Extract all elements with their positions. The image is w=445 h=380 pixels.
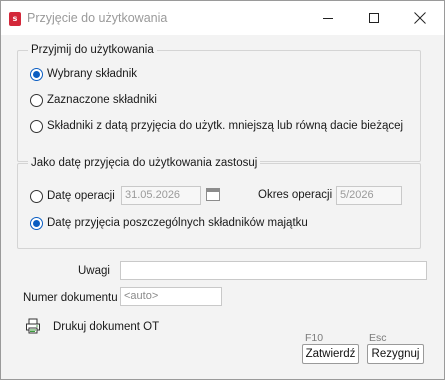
doc-number-label: Numer dokumentu bbox=[23, 292, 118, 304]
radio-selected-component-label: Wybrany składnik bbox=[47, 68, 138, 80]
maximize-button[interactable] bbox=[351, 1, 397, 35]
period-field[interactable]: 5/2026 bbox=[336, 186, 402, 205]
radio-marked-components[interactable]: Zaznaczone składniki bbox=[30, 92, 157, 108]
doc-number-input[interactable]: <auto> bbox=[120, 287, 222, 306]
radio-component-dates[interactable]: Datę przyjęcia poszczególnych składników… bbox=[30, 215, 308, 231]
operation-date-field[interactable]: 31.05.2026 bbox=[121, 186, 201, 205]
close-button[interactable] bbox=[397, 1, 443, 35]
dialog-body: Przyjmij do użytkowania Wybrany składnik… bbox=[1, 35, 444, 379]
window-title: Przyjęcie do użytkowania bbox=[27, 11, 168, 25]
radio-operation-date[interactable]: Datę operacji bbox=[30, 188, 115, 204]
radio-selected-component-indicator[interactable] bbox=[30, 67, 43, 81]
radio-operation-date-indicator[interactable] bbox=[30, 189, 43, 203]
ok-shortcut-hint: F10 bbox=[305, 332, 324, 344]
notes-label: Uwagi bbox=[78, 265, 110, 277]
title-bar[interactable]: s Przyjęcie do użytkowania bbox=[1, 1, 444, 35]
radio-operation-date-label: Datę operacji bbox=[47, 190, 115, 202]
notes-input[interactable] bbox=[120, 261, 427, 280]
calendar-icon[interactable] bbox=[206, 188, 220, 201]
accept-scope-title: Przyjmij do użytkowania bbox=[28, 43, 157, 57]
cancel-shortcut-hint: Esc bbox=[369, 332, 387, 344]
minimize-icon bbox=[323, 18, 333, 19]
maximize-icon bbox=[369, 13, 379, 23]
date-source-title: Jako datę przyjęcia do użytkowania zasto… bbox=[28, 156, 261, 170]
close-icon bbox=[414, 12, 426, 24]
radio-components-by-date-indicator[interactable] bbox=[30, 119, 43, 133]
radio-marked-components-label: Zaznaczone składniki bbox=[47, 94, 157, 106]
accept-scope-group: Przyjmij do użytkowania Wybrany składnik… bbox=[17, 43, 421, 162]
confirm-button[interactable]: Zatwierdź bbox=[302, 344, 359, 364]
minimize-button[interactable] bbox=[305, 1, 351, 35]
radio-component-dates-indicator[interactable] bbox=[30, 216, 43, 230]
period-label: Okres operacji bbox=[258, 189, 333, 201]
radio-selected-component[interactable]: Wybrany składnik bbox=[30, 66, 137, 82]
cancel-button[interactable]: Rezygnuj bbox=[367, 344, 424, 364]
date-source-group: Jako datę przyjęcia do użytkowania zasto… bbox=[17, 156, 421, 249]
radio-components-by-date[interactable]: Składniki z datą przyjęcia do użytk. mni… bbox=[30, 118, 403, 134]
dialog-window: s Przyjęcie do użytkowania Przyjmij do u… bbox=[0, 0, 445, 380]
radio-component-dates-label: Datę przyjęcia poszczególnych składników… bbox=[47, 217, 308, 229]
app-logo-icon: s bbox=[9, 12, 21, 26]
radio-marked-components-indicator[interactable] bbox=[30, 93, 43, 107]
print-ot-label[interactable]: Drukuj dokument OT bbox=[53, 321, 159, 333]
radio-components-by-date-label: Składniki z datą przyjęcia do użytk. mni… bbox=[47, 120, 404, 132]
printer-icon[interactable] bbox=[25, 318, 41, 334]
